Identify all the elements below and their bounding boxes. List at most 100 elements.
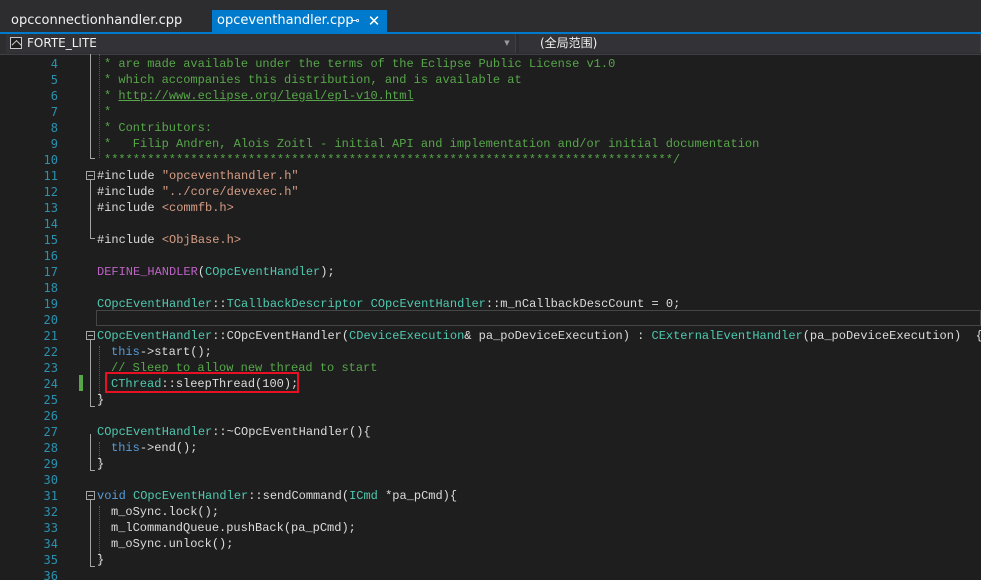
code-line: 36 — [0, 568, 981, 580]
code-line: 6 * http://www.eclipse.org/legal/epl-v10… — [0, 88, 981, 104]
line-number: 13 — [43, 201, 58, 215]
line-number: 6 — [50, 89, 58, 103]
code-line: 5 * which accompanies this distribution,… — [0, 72, 981, 88]
line-number: 5 — [50, 73, 58, 87]
code-line: 7 * — [0, 104, 981, 120]
code-text: COpcEventHandler::TCallbackDescriptor CO… — [97, 297, 681, 311]
project-icon — [10, 37, 22, 49]
code-text: m_lCommandQueue.pushBack(pa_pCmd); — [111, 521, 356, 535]
code-line: 22 this->start(); — [0, 344, 981, 360]
comment: * http://www.eclipse.org/legal/epl-v10.h… — [104, 89, 414, 103]
code-text: } — [97, 457, 105, 471]
line-number: 25 — [43, 393, 58, 407]
code-line: 35 } — [0, 552, 981, 568]
line-number: 9 — [50, 137, 58, 151]
line-number: 15 — [43, 233, 58, 247]
line-number: 23 — [43, 361, 58, 375]
line-number: 35 — [43, 553, 58, 567]
code-line: 17 DEFINE_HANDLER(COpcEventHandler); — [0, 264, 981, 280]
line-number: 20 — [43, 313, 58, 327]
code-line: 19 COpcEventHandler::TCallbackDescriptor… — [0, 296, 981, 312]
line-number: 18 — [43, 281, 58, 295]
project-name: FORTE_LITE — [27, 36, 97, 50]
code-line: 14 — [0, 216, 981, 232]
code-line: 29 } — [0, 456, 981, 472]
project-dropdown[interactable]: FORTE_LITE ▼ — [6, 34, 516, 53]
code-line: 20 — [0, 312, 981, 328]
line-number: 29 — [43, 457, 58, 471]
code-line: 30 — [0, 472, 981, 488]
code-line: 13 #include <commfb.h> — [0, 200, 981, 216]
line-number: 17 — [43, 265, 58, 279]
line-number: 24 — [43, 377, 58, 391]
line-number: 22 — [43, 345, 58, 359]
code-line: 11 #include "opceventhandler.h" — [0, 168, 981, 184]
code-text: COpcEventHandler::~COpcEventHandler(){ — [97, 425, 371, 439]
code-text: DEFINE_HANDLER(COpcEventHandler); — [97, 265, 335, 279]
code-text: m_oSync.unlock(); — [111, 537, 234, 551]
code-line: 34 m_oSync.unlock(); — [0, 536, 981, 552]
code-line: 33 m_lCommandQueue.pushBack(pa_pCmd); — [0, 520, 981, 536]
pin-icon[interactable]: ⊸ — [348, 10, 362, 32]
collapse-icon[interactable] — [86, 491, 95, 500]
line-number: 31 — [43, 489, 58, 503]
code-line: 18 — [0, 280, 981, 296]
document-tab-strip: opcconnectionhandler.cpp opceventhandler… — [0, 0, 981, 32]
code-line: 9 * Filip Andren, Alois Zoitl - initial … — [0, 136, 981, 152]
code-line: 8 * Contributors: — [0, 120, 981, 136]
line-number: 27 — [43, 425, 58, 439]
line-number: 21 — [43, 329, 58, 343]
code-text: COpcEventHandler::COpcEventHandler(CDevi… — [97, 329, 981, 343]
code-text: this->start(); — [111, 345, 212, 359]
comment: * Contributors: — [104, 121, 213, 135]
collapse-icon[interactable] — [86, 171, 95, 180]
line-number: 8 — [50, 121, 58, 135]
chevron-down-icon[interactable]: ▼ — [502, 34, 512, 53]
tab-opceventhandler[interactable]: opceventhandler.cpp ⊸ ✕ — [212, 10, 387, 32]
line-number: 33 — [43, 521, 58, 535]
comment: * — [104, 105, 112, 119]
license-link[interactable]: http://www.eclipse.org/legal/epl-v10.htm… — [118, 89, 413, 103]
code-line: 28 this->end(); — [0, 440, 981, 456]
line-number: 28 — [43, 441, 58, 455]
code-line: 16 — [0, 248, 981, 264]
code-line: 31 void COpcEventHandler::sendCommand(IC… — [0, 488, 981, 504]
line-number: 14 — [43, 217, 58, 231]
code-text: } — [97, 393, 105, 407]
line-number: 34 — [43, 537, 58, 551]
line-number: 11 — [43, 169, 58, 183]
collapse-icon[interactable] — [86, 331, 95, 340]
line-number: 10 — [43, 153, 58, 167]
code-line: 26 — [0, 408, 981, 424]
line-number: 4 — [50, 57, 58, 71]
code-editor[interactable]: 4 * are made available under the terms o… — [0, 54, 981, 580]
comment: * are made available under the terms of … — [104, 57, 616, 71]
line-number: 7 — [50, 105, 58, 119]
tab-label: opceventhandler.cpp — [217, 13, 354, 28]
code-text: #include <ObjBase.h> — [97, 233, 242, 247]
code-text: } — [97, 553, 105, 567]
line-number: 30 — [43, 473, 58, 487]
code-line: 10 *************************************… — [0, 152, 981, 168]
code-text: #include <commfb.h> — [97, 201, 234, 215]
code-line: 15 #include <ObjBase.h> — [0, 232, 981, 248]
tab-label: opcconnectionhandler.cpp — [11, 13, 183, 28]
code-line: 12 #include "../core/devexec.h" — [0, 184, 981, 200]
code-text: m_oSync.lock(); — [111, 505, 220, 519]
code-text: #include "opceventhandler.h" — [97, 169, 299, 183]
scope-dropdown[interactable]: (全局范围) — [519, 34, 981, 53]
code-line: 27 COpcEventHandler::~COpcEventHandler()… — [0, 424, 981, 440]
tab-opcconnectionhandler[interactable]: opcconnectionhandler.cpp — [0, 10, 205, 32]
comment: * which accompanies this distribution, a… — [104, 73, 522, 87]
line-number: 12 — [43, 185, 58, 199]
code-line: 21 COpcEventHandler::COpcEventHandler(CD… — [0, 328, 981, 344]
close-icon[interactable]: ✕ — [366, 10, 382, 32]
highlight-annotation-box — [105, 372, 299, 393]
comment: * Filip Andren, Alois Zoitl - initial AP… — [104, 137, 760, 151]
code-line: 25 } — [0, 392, 981, 408]
code-text: void COpcEventHandler::sendCommand(ICmd … — [97, 489, 458, 503]
code-line: 32 m_oSync.lock(); — [0, 504, 981, 520]
line-number: 16 — [43, 249, 58, 263]
line-number: 36 — [43, 569, 58, 580]
code-line: 4 * are made available under the terms o… — [0, 56, 981, 72]
